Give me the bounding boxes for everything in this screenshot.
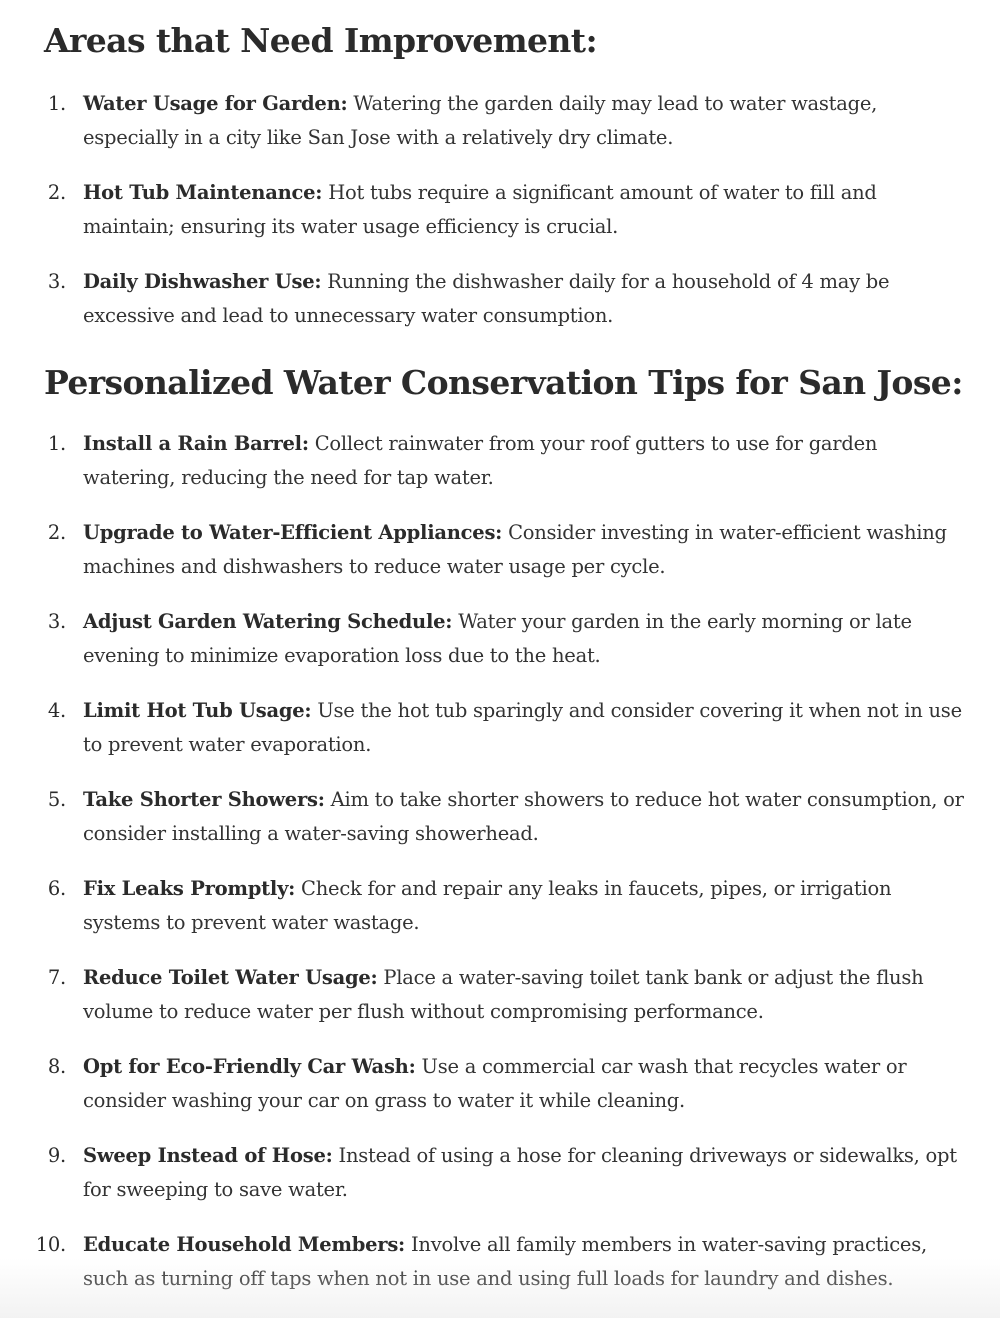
list-item: 7. Reduce Toilet Water Usage: Place a wa… <box>44 961 970 1029</box>
list-number: 9. <box>47 1144 66 1167</box>
improvement-list: 1. Water Usage for Garden: Watering the … <box>44 61 970 333</box>
list-item: 3. Adjust Garden Watering Schedule: Wate… <box>44 605 970 673</box>
list-item: 4. Limit Hot Tub Usage: Use the hot tub … <box>44 694 970 762</box>
section-title-conservation-tips: Personalized Water Conservation Tips for… <box>44 363 963 402</box>
list-item: 1. Water Usage for Garden: Watering the … <box>44 87 970 155</box>
item-title: Take Shorter Showers: <box>83 788 325 811</box>
list-item: 10. Educate Household Members: Involve a… <box>36 1228 970 1296</box>
list-item: 9. Sweep Instead of Hose: Instead of usi… <box>44 1139 970 1207</box>
list-number: 2. <box>47 521 66 544</box>
tips-list: 1. Install a Rain Barrel: Collect rainwa… <box>36 403 970 1296</box>
list-number: 5. <box>47 788 66 811</box>
item-title: Upgrade to Water-Efficient Appliances: <box>83 521 503 544</box>
list-number: 4. <box>47 699 66 722</box>
section-title-areas-improvement: Areas that Need Improvement: <box>44 21 598 60</box>
list-number: 10. <box>35 1233 67 1256</box>
list-item: 3. Daily Dishwasher Use: Running the dis… <box>44 265 970 333</box>
item-title: Educate Household Members: <box>83 1233 406 1256</box>
list-item: 6. Fix Leaks Promptly: Check for and rep… <box>44 872 970 940</box>
list-item: 2. Upgrade to Water-Efficient Appliances… <box>44 516 970 584</box>
list-item: 2. Hot Tub Maintenance: Hot tubs require… <box>44 176 970 244</box>
item-title: Hot Tub Maintenance: <box>83 181 323 204</box>
list-number: 3. <box>47 270 66 293</box>
list-item: 1. Install a Rain Barrel: Collect rainwa… <box>44 427 970 495</box>
item-title: Fix Leaks Promptly: <box>83 877 296 900</box>
item-title: Reduce Toilet Water Usage: <box>83 966 378 989</box>
item-title: Limit Hot Tub Usage: <box>83 699 312 722</box>
item-title: Water Usage for Garden: <box>83 92 348 115</box>
list-item: 8. Opt for Eco-Friendly Car Wash: Use a … <box>44 1050 970 1118</box>
item-title: Install a Rain Barrel: <box>83 432 309 455</box>
item-title: Opt for Eco-Friendly Car Wash: <box>83 1055 416 1078</box>
document-page: Areas that Need Improvement: 1. Water Us… <box>0 0 1000 1296</box>
list-item: 5. Take Shorter Showers: Aim to take sho… <box>44 783 970 851</box>
list-number: 1. <box>47 432 66 455</box>
item-title: Sweep Instead of Hose: <box>83 1144 333 1167</box>
list-number: 3. <box>47 610 66 633</box>
item-title: Adjust Garden Watering Schedule: <box>83 610 453 633</box>
list-number: 7. <box>47 966 66 989</box>
list-number: 2. <box>47 181 66 204</box>
list-number: 6. <box>47 877 66 900</box>
list-number: 8. <box>47 1055 66 1078</box>
list-number: 1. <box>47 92 66 115</box>
item-title: Daily Dishwasher Use: <box>83 270 322 293</box>
